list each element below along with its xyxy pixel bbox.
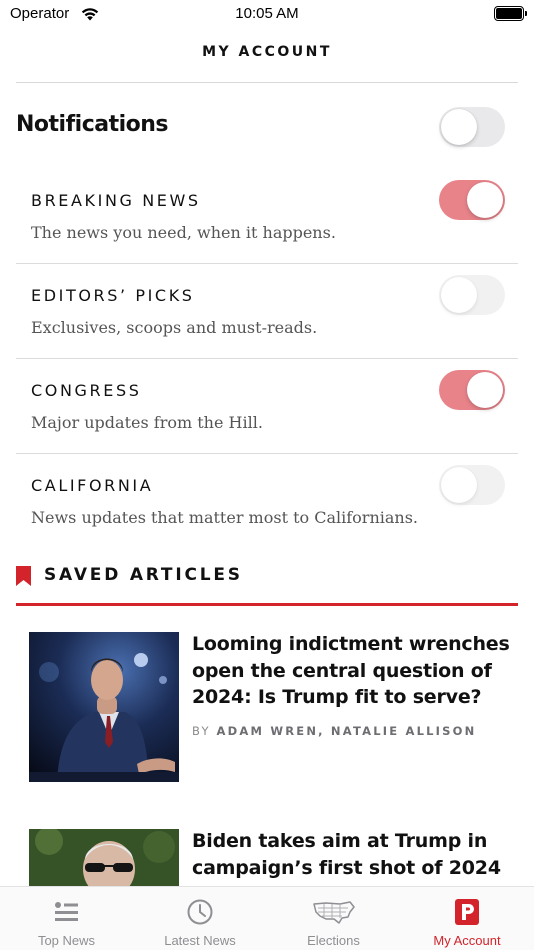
toggle-knob bbox=[441, 277, 477, 313]
toggle-knob bbox=[467, 182, 503, 218]
saved-articles-rule bbox=[16, 603, 518, 606]
breaking-news-description: The news you need, when it happens. bbox=[31, 223, 336, 242]
status-bar: Operator 10:05 AM bbox=[0, 0, 534, 30]
row-divider bbox=[16, 263, 518, 264]
article-headline[interactable]: Biden takes aim at Trump in campaign’s f… bbox=[192, 828, 512, 881]
tab-my-account[interactable]: My Account bbox=[401, 887, 534, 950]
row-divider bbox=[16, 358, 518, 359]
congress-toggle[interactable] bbox=[439, 370, 505, 410]
politico-p-icon bbox=[455, 899, 479, 925]
speaker-photo bbox=[29, 632, 179, 782]
tab-bar: Top News Latest News Elections My Accoun… bbox=[0, 886, 534, 950]
article-thumbnail[interactable] bbox=[29, 829, 179, 886]
tab-top-news[interactable]: Top News bbox=[0, 887, 133, 950]
bookmark-icon bbox=[16, 566, 31, 586]
tab-label: Elections bbox=[307, 933, 360, 948]
header-divider bbox=[16, 82, 518, 83]
speaker-photo bbox=[29, 829, 179, 886]
notifications-master-toggle[interactable] bbox=[439, 107, 505, 147]
editors-picks-description: Exclusives, scoops and must-reads. bbox=[31, 318, 318, 337]
tab-label: Top News bbox=[37, 933, 96, 948]
toggle-knob bbox=[467, 372, 503, 408]
article-byline: BY ADAM WREN, NATALIE ALLISON bbox=[192, 724, 476, 738]
tab-elections[interactable]: Elections bbox=[267, 887, 400, 950]
us-map-icon bbox=[312, 901, 355, 924]
byline-authors: ADAM WREN, NATALIE ALLISON bbox=[216, 724, 477, 738]
congress-description: Major updates from the Hill. bbox=[31, 413, 263, 432]
saved-articles-heading: SAVED ARTICLES bbox=[44, 565, 243, 585]
editors-picks-toggle[interactable] bbox=[439, 275, 505, 315]
tab-label: My Account bbox=[433, 933, 501, 948]
notifications-heading: Notifications bbox=[16, 112, 169, 137]
tab-label: Latest News bbox=[164, 933, 236, 948]
battery-icon bbox=[494, 6, 527, 21]
row-divider bbox=[16, 453, 518, 454]
article-headline[interactable]: Looming indictment wrenches open the cen… bbox=[192, 631, 512, 711]
tab-latest-news[interactable]: Latest News bbox=[134, 887, 267, 950]
editors-picks-title: EDITORS’ PICKS bbox=[31, 286, 195, 305]
clock: 10:05 AM bbox=[235, 5, 299, 22]
toggle-knob bbox=[441, 109, 477, 145]
breaking-news-toggle[interactable] bbox=[439, 180, 505, 220]
byline-prefix: BY bbox=[192, 724, 211, 738]
article-thumbnail[interactable] bbox=[29, 632, 179, 782]
california-title: CALIFORNIA bbox=[31, 476, 154, 495]
list-icon bbox=[54, 902, 78, 921]
clock-icon bbox=[187, 899, 213, 925]
california-description: News updates that matter most to Califor… bbox=[31, 508, 419, 527]
page-title: MY ACCOUNT bbox=[202, 44, 332, 60]
toggle-knob bbox=[441, 467, 477, 503]
congress-title: CONGRESS bbox=[31, 381, 142, 400]
california-toggle[interactable] bbox=[439, 465, 505, 505]
breaking-news-title: BREAKING NEWS bbox=[31, 191, 201, 210]
